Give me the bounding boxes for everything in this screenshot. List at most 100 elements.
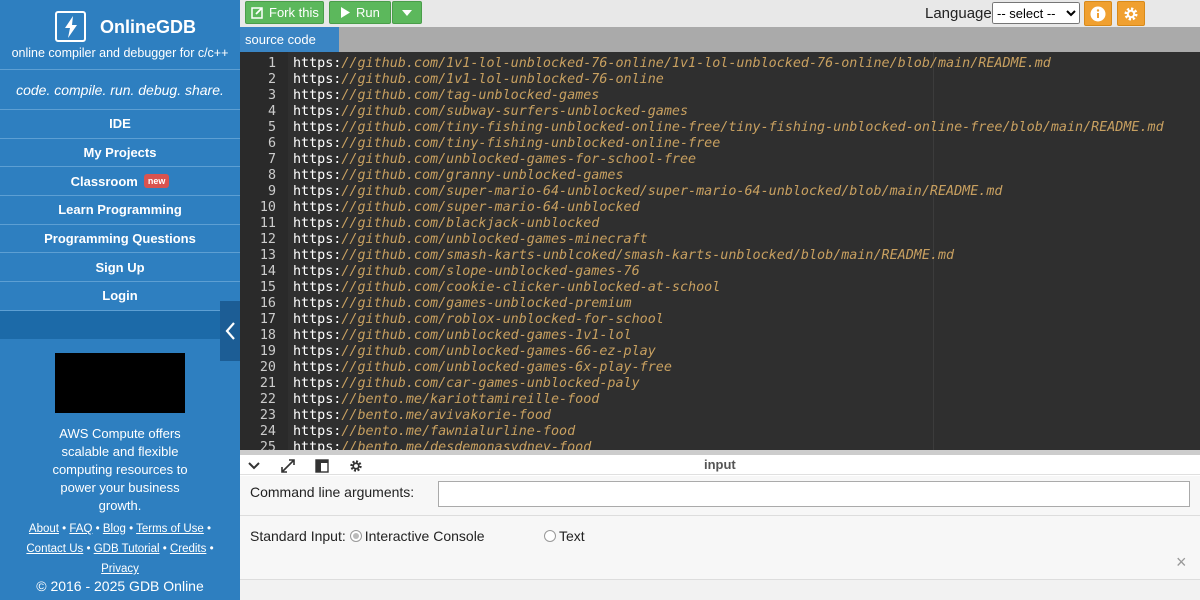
line-number: 1 [267,56,276,71]
footer-link-privacy[interactable]: Privacy [101,563,139,575]
line-number: 22 [259,392,276,407]
footer-link-terms[interactable]: Terms of Use [136,523,204,535]
text-option-label: Text [559,528,585,544]
nav-label: Programming Questions [44,231,196,247]
url-protocol: https: [293,104,342,119]
line-number: 18 [259,328,276,343]
nav-item-sign-up[interactable]: Sign Up [0,253,240,283]
url-protocol: https: [293,280,342,295]
nav-spacer [0,310,240,339]
line-number: 8 [267,168,276,183]
gear-icon [350,460,362,472]
collapse-sidebar-button[interactable] [220,301,240,361]
url-protocol: https: [293,264,342,279]
url-path: //github.com/tiny-fishing-unblocked-onli… [341,120,1164,135]
url-protocol: https: [293,216,342,231]
line-number: 3 [267,88,276,103]
url-path: //github.com/cookie-clicker-unblocked-at… [341,280,721,295]
edit-icon [251,7,263,19]
layout-io-button[interactable] [314,458,330,474]
url-path: //github.com/tag-unblocked-games [341,88,600,103]
chevron-down-icon [248,462,260,470]
interactive-console-radio[interactable] [349,530,362,542]
url-path: //bento.me/fawnialurline-food [341,424,576,439]
standard-input-row: Standard Input: Interactive Console [250,528,485,544]
code-line: 21 https://github.com/car-games-unblocked… [240,376,640,392]
settings-button[interactable] [1117,1,1145,26]
code-line: 24 https://bento.me/fawnialurline-food [240,424,575,440]
nav-item-my-projects[interactable]: My Projects [0,139,240,168]
url-path: //github.com/super-mario-64-unblocked [341,200,640,215]
info-icon [1090,6,1106,21]
nav-item-programming-questions[interactable]: Programming Questions [0,225,240,254]
footer-link-contact[interactable]: Contact Us [26,543,83,555]
info-button[interactable] [1084,1,1112,26]
fork-button[interactable]: Fork this [245,1,324,24]
lightning-logo-icon [55,11,86,42]
close-icon[interactable]: × [1176,552,1187,573]
nav-label: IDE [109,116,131,132]
url-protocol: https: [293,296,342,311]
url-path: //github.com/games-unblocked-premium [341,296,632,311]
url-protocol: https: [293,440,342,450]
url-path: //bento.me/desdemonasydney-food [341,440,592,450]
io-settings-button[interactable] [348,458,364,474]
ad-image[interactable] [55,353,185,413]
code-text: https://github.com/car-games-unblocked-p… [293,376,640,392]
url-path: //github.com/slope-unblocked-games-76 [341,264,640,279]
url-protocol: https: [293,184,342,199]
code-line: 17 https://github.com/roblox-unblocked-fo… [240,312,664,328]
footer-links: About • FAQ • Blog • Terms of Use • Cont… [26,523,214,575]
command-line-args-input[interactable] [438,481,1190,507]
collapse-io-button[interactable] [246,458,262,474]
code-editor[interactable]: 1 https://github.com/1v1-lol-unblocked-76… [240,52,1200,450]
tab-source-code[interactable]: source code [240,27,339,52]
line-number: 21 [259,376,276,391]
url-protocol: https: [293,88,342,103]
run-dropdown-button[interactable] [392,1,422,24]
line-number: 25 [259,440,276,450]
url-protocol: https: [293,136,342,151]
url-path: //github.com/1v1-lol-unblocked-76-online [341,72,664,87]
brand-header[interactable]: OnlineGDB online compiler and debugger f… [0,0,240,70]
line-number: 20 [259,360,276,375]
nav-item-login[interactable]: Login [0,282,240,311]
footer-link-about[interactable]: About [29,523,59,535]
expand-io-button[interactable] [280,458,296,474]
slogan: code. compile. run. debug. share. [0,70,240,110]
text-radio[interactable] [544,530,556,542]
footer-link-credits[interactable]: Credits [170,543,206,555]
command-line-args-label: Command line arguments: [250,484,415,500]
code-text: https://github.com/unblocked-games-minec… [293,232,648,248]
url-protocol: https: [293,200,342,215]
line-number: 13 [259,248,276,263]
code-text: https://github.com/unblocked-games-66-ez… [293,344,656,360]
footer-link-gdb-tutorial[interactable]: GDB Tutorial [94,543,160,555]
caret-down-icon [402,9,412,16]
url-path: //github.com/tiny-fishing-unblocked-onli… [341,136,721,151]
footer-link-blog[interactable]: Blog [103,523,126,535]
chevron-left-icon [225,322,235,340]
code-line: 15 https://github.com/cookie-clicker-unbl… [240,280,720,296]
main-area: Fork this Run Language -- select -- sour… [240,0,1200,600]
url-protocol: https: [293,376,342,391]
footer-link-faq[interactable]: FAQ [69,523,92,535]
code-text: https://github.com/tag-unblocked-games [293,88,599,104]
language-select[interactable]: -- select -- [992,2,1080,24]
code-line: 3 https://github.com/tag-unblocked-games [240,88,599,104]
nav-item-ide[interactable]: IDE [0,110,240,139]
code-line: 6 https://github.com/tiny-fishing-unblock… [240,136,720,152]
new-badge: new [143,174,170,189]
run-button[interactable]: Run [329,1,391,24]
play-icon [341,7,350,18]
code-text: https://github.com/super-mario-64-unbloc… [293,184,1002,200]
fork-label: Fork this [269,5,319,20]
code-text: https://github.com/tiny-fishing-unblocke… [293,120,1164,136]
io-toolbar: input [240,455,1200,475]
line-number: 14 [259,264,276,279]
nav-item-learn-programming[interactable]: Learn Programming [0,196,240,225]
nav-item-classroom[interactable]: Classroom new [0,167,240,197]
code-text: https://github.com/smash-karts-unblcoked… [293,248,954,264]
copyright: © 2016 - 2025 GDB Online [36,578,204,594]
url-path: //github.com/unblocked-games-66-ez-play [341,344,656,359]
